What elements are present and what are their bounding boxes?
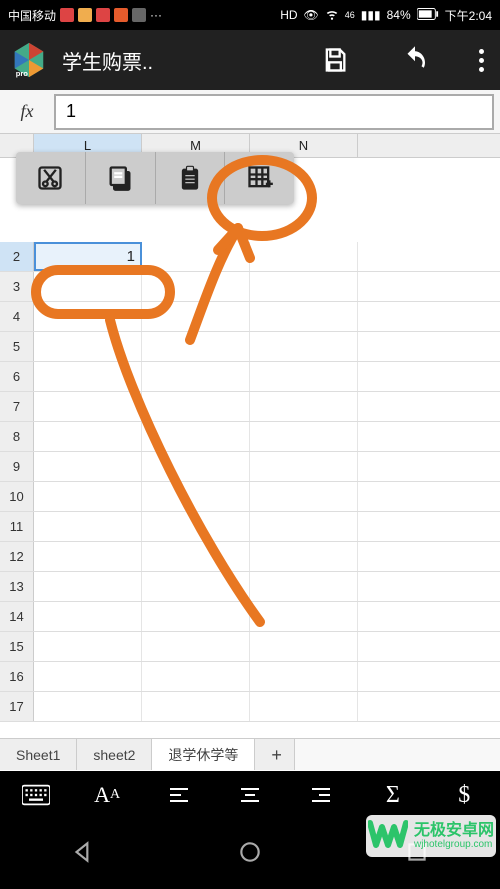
table-row: 5 <box>0 332 500 362</box>
cell-M2[interactable] <box>142 242 250 271</box>
sheet-tabs: Sheet1 sheet2 退学休学等 + <box>0 738 500 770</box>
row-header-2[interactable]: 2 <box>0 242 34 271</box>
insert-cell-button[interactable] <box>225 152 294 204</box>
formula-input[interactable]: 1 <box>54 94 494 130</box>
signal-label: 46 <box>345 10 355 20</box>
row-header-16[interactable]: 16 <box>0 662 34 691</box>
watermark: 无极安卓网 wjhotelgroup.com <box>366 815 496 857</box>
save-button[interactable] <box>319 44 351 76</box>
row-header-11[interactable]: 11 <box>0 512 34 541</box>
eye-icon: 👁 <box>304 8 319 22</box>
sheet-tab-1[interactable]: Sheet1 <box>0 739 77 770</box>
table-row: 8 <box>0 422 500 452</box>
status-left: 中国移动 ··· <box>8 7 162 24</box>
row-header-6[interactable]: 6 <box>0 362 34 391</box>
app-title: 学生购票.. <box>62 46 305 75</box>
menu-button[interactable] <box>479 49 484 72</box>
table-row: 10 <box>0 482 500 512</box>
align-left-button[interactable] <box>165 781 193 809</box>
wifi-icon <box>325 7 339 24</box>
sheet-area: L M N 2 1 3 4 5 6 7 8 9 10 11 12 13 14 1… <box>0 134 500 770</box>
hd-indicator: HD <box>280 8 297 22</box>
time-label: 下午2:04 <box>445 7 492 24</box>
table-row: 12 <box>0 542 500 572</box>
row-header-7[interactable]: 7 <box>0 392 34 421</box>
table-row: 16 <box>0 662 500 692</box>
status-app-icon-3 <box>96 8 110 22</box>
status-right: HD 👁 46 ▮▮▮ 84% 下午2:04 <box>280 7 492 24</box>
currency-button[interactable]: $ <box>450 781 478 809</box>
table-row: 3 <box>0 272 500 302</box>
table-row: 15 <box>0 632 500 662</box>
align-center-button[interactable] <box>236 781 264 809</box>
row-header-17[interactable]: 17 <box>0 692 34 721</box>
cell-L2[interactable]: 1 <box>34 242 142 271</box>
table-row: 9 <box>0 452 500 482</box>
battery-icon <box>417 8 439 23</box>
row-header-5[interactable]: 5 <box>0 332 34 361</box>
sheet-tab-3[interactable]: 退学休学等 <box>152 739 255 770</box>
context-toolbar <box>16 152 294 204</box>
undo-button[interactable] <box>399 44 431 76</box>
formula-bar: fx 1 <box>0 90 500 134</box>
table-row: 17 <box>0 692 500 722</box>
table-row: 6 <box>0 362 500 392</box>
status-app-icon-1 <box>60 8 74 22</box>
row-header-15[interactable]: 15 <box>0 632 34 661</box>
nav-back-button[interactable] <box>70 839 96 870</box>
table-row: 14 <box>0 602 500 632</box>
row-header-13[interactable]: 13 <box>0 572 34 601</box>
app-logo[interactable]: pro <box>10 41 48 79</box>
status-app-icon-2 <box>78 8 92 22</box>
table-row: 2 1 <box>0 242 500 272</box>
table-row: 7 <box>0 392 500 422</box>
row-header-14[interactable]: 14 <box>0 602 34 631</box>
status-bar: 中国移动 ··· HD 👁 46 ▮▮▮ 84% 下午2:04 <box>0 0 500 30</box>
table-row: 11 <box>0 512 500 542</box>
carrier-label: 中国移动 <box>8 7 56 24</box>
format-bar: AA Σ $ <box>0 771 500 819</box>
watermark-logo <box>368 819 408 853</box>
table-row: 4 <box>0 302 500 332</box>
grid[interactable]: 2 1 3 4 5 6 7 8 9 10 11 12 13 14 15 16 1… <box>0 158 500 722</box>
cell-N2[interactable] <box>250 242 358 271</box>
signal-bars: ▮▮▮ <box>361 8 381 22</box>
app-toolbar: pro 学生购票.. <box>0 30 500 90</box>
font-button[interactable]: AA <box>93 781 121 809</box>
add-sheet-button[interactable]: + <box>255 739 295 770</box>
status-more: ··· <box>150 8 162 22</box>
fx-label[interactable]: fx <box>6 101 48 122</box>
row-header-3[interactable]: 3 <box>0 272 34 301</box>
align-right-button[interactable] <box>307 781 335 809</box>
status-app-icon-5 <box>132 8 146 22</box>
row-header-4[interactable]: 4 <box>0 302 34 331</box>
formula-value: 1 <box>66 101 76 122</box>
cut-button[interactable] <box>16 152 86 204</box>
watermark-url: wjhotelgroup.com <box>414 839 494 850</box>
row-header-12[interactable]: 12 <box>0 542 34 571</box>
battery-label: 84% <box>387 8 411 22</box>
nav-home-button[interactable] <box>237 839 263 870</box>
watermark-title: 无极安卓网 <box>414 822 494 840</box>
keyboard-button[interactable] <box>22 781 50 809</box>
status-app-icon-4 <box>114 8 128 22</box>
sum-button[interactable]: Σ <box>379 781 407 809</box>
svg-text:pro: pro <box>16 69 29 78</box>
row-header-8[interactable]: 8 <box>0 422 34 451</box>
copy-button[interactable] <box>86 152 156 204</box>
table-row: 13 <box>0 572 500 602</box>
row-header-9[interactable]: 9 <box>0 452 34 481</box>
paste-button[interactable] <box>156 152 226 204</box>
row-header-10[interactable]: 10 <box>0 482 34 511</box>
sheet-tab-2[interactable]: sheet2 <box>77 739 152 770</box>
